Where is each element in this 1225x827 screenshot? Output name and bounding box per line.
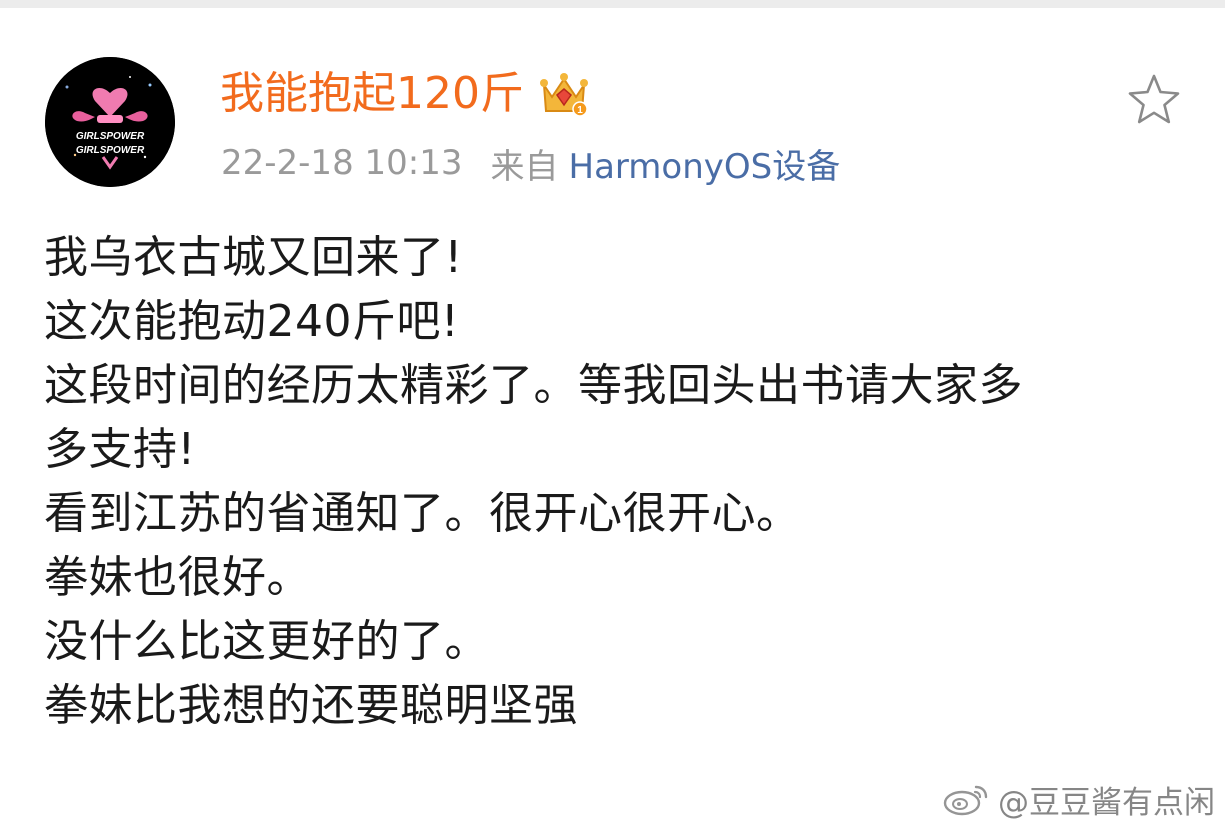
watermark: @豆豆酱有点闲 [942, 778, 1215, 821]
watermark-handle: @豆豆酱有点闲 [998, 784, 1215, 821]
body-line: 这次能抱动240斤吧! [44, 296, 460, 347]
source-prefix: 来自 [490, 146, 559, 187]
star-icon[interactable] [1124, 70, 1184, 130]
timestamp: 22-2-18 10:13 [221, 143, 463, 183]
weibo-post-screenshot: GIRLSPOWER GIRLSPOWER 我能抱起120斤 1 22-2-18… [0, 0, 1225, 827]
body-line: 我乌衣古城又回来了! [44, 232, 463, 283]
body-line: 这段时间的经历太精彩了。等我回头出书请大家多 [44, 360, 1023, 411]
avatar-text-1: GIRLSPOWER [76, 131, 145, 142]
body-line: 看到江苏的省通知了。很开心很开心。 [44, 488, 801, 539]
source-device-link[interactable]: HarmonyOS设备 [569, 139, 841, 188]
weibo-icon [942, 781, 992, 817]
body-line: 没什么比这更好的了。 [44, 616, 489, 667]
username[interactable]: 我能抱起120斤 [220, 62, 524, 126]
avatar-image: GIRLSPOWER GIRLSPOWER [45, 57, 175, 187]
avatar[interactable]: GIRLSPOWER GIRLSPOWER [45, 57, 175, 187]
svg-text:1: 1 [577, 105, 583, 116]
author-row: 我能抱起120斤 1 [220, 62, 590, 126]
body-line: 多支持! [44, 424, 196, 475]
body-line: 拳妹比我想的还要聪明坚强 [44, 680, 578, 731]
post-body: 我乌衣古城又回来了! 这次能抱动240斤吧! 这段时间的经历太精彩了。等我回头出… [44, 226, 1184, 738]
post-meta: 22-2-18 10:13 来自 HarmonyOS设备 [221, 138, 840, 188]
crown-icon[interactable]: 1 [538, 69, 590, 119]
body-line: 拳妹也很好。 [44, 552, 311, 603]
avatar-text-2: GIRLSPOWER [76, 145, 145, 156]
top-divider [0, 0, 1225, 8]
